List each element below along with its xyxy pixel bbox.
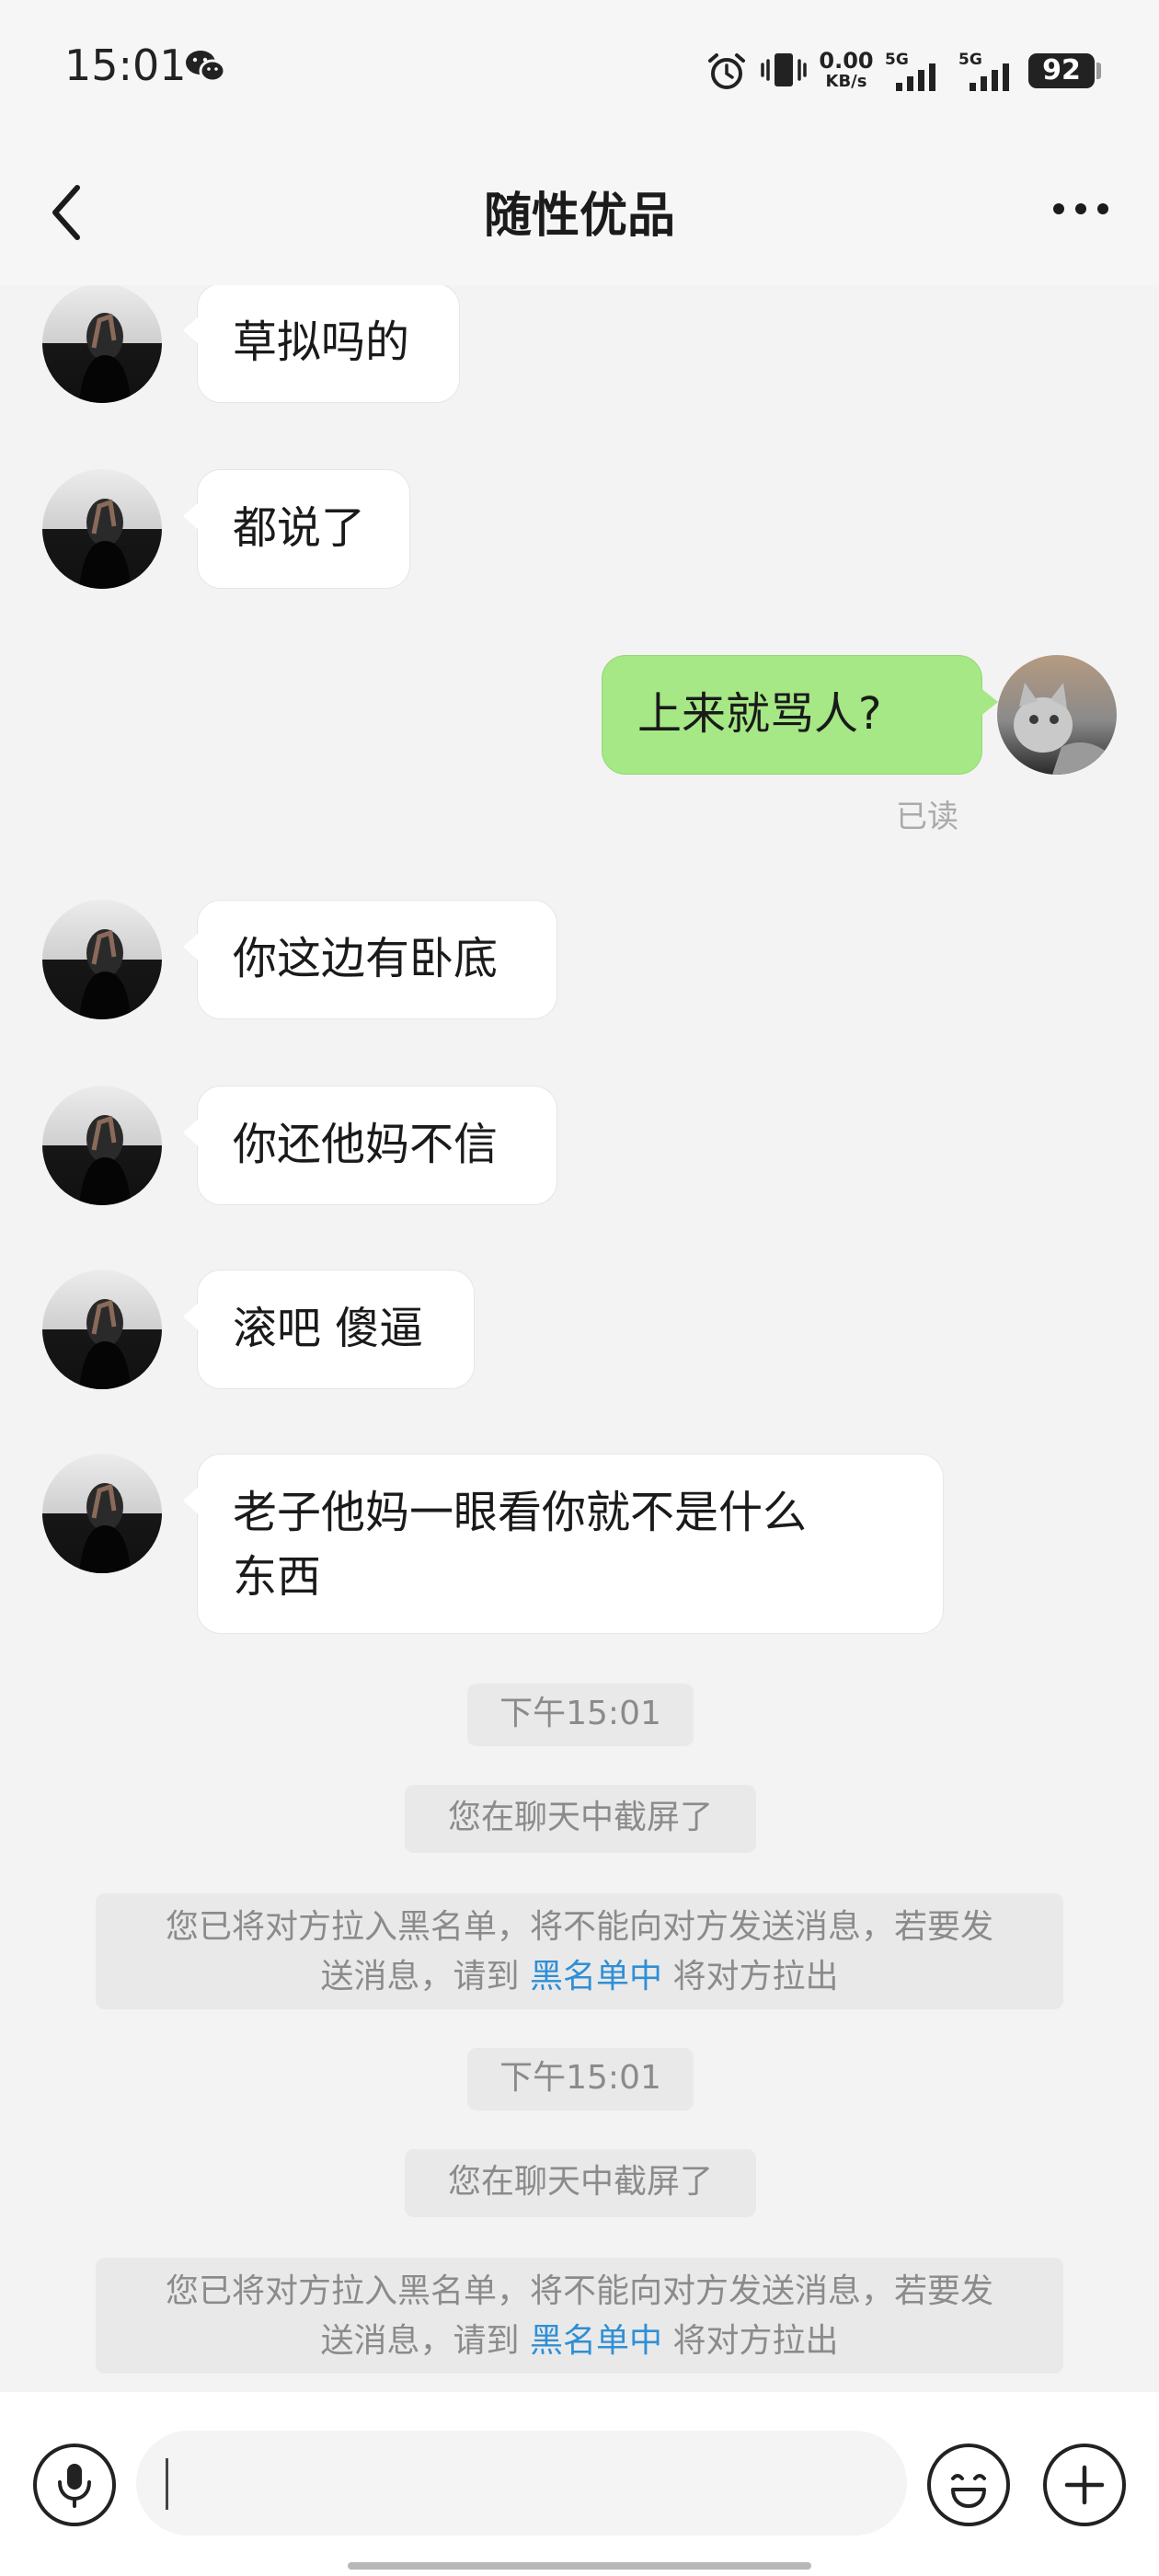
- sim1-label: 5G: [885, 51, 909, 69]
- signal-icon: 5G: [885, 51, 935, 91]
- contact-avatar[interactable]: [42, 469, 162, 589]
- blacklist-notice-suffix: 将对方拉出: [672, 1958, 839, 1995]
- chat-title: 随性优品: [483, 189, 675, 244]
- blacklist-notice-prefix: 送消息，请到: [320, 2322, 520, 2360]
- blacklist-notice: 您已将对方拉入黑名单，将不能向对方发送消息，若要发 送消息，请到 黑名单中 将对…: [96, 1893, 1063, 2009]
- more-actions-button[interactable]: [1043, 2444, 1126, 2526]
- contact-avatar[interactable]: [42, 900, 162, 1019]
- battery-level: 92: [1042, 54, 1081, 86]
- message-bubble-received[interactable]: 草拟吗的: [183, 285, 460, 403]
- chat-header: 随性优品: [0, 138, 1159, 285]
- screenshot-notice: 您在聊天中截屏了: [405, 2149, 756, 2217]
- blacklist-notice-line1: 您已将对方拉入黑名单，将不能向对方发送消息，若要发: [165, 1908, 993, 1946]
- blacklist-notice: 您已将对方拉入黑名单，将不能向对方发送消息，若要发 送消息，请到 黑名单中 将对…: [96, 2258, 1063, 2374]
- blacklist-notice-line2: 送消息，请到 黑名单中 将对方拉出: [118, 1952, 1041, 2002]
- message-bubble-received[interactable]: 你还他妈不信: [183, 1086, 557, 1205]
- message-bubble-received[interactable]: 都说了: [183, 469, 410, 589]
- blacklist-link[interactable]: 黑名单中: [530, 2322, 662, 2360]
- voice-button[interactable]: [33, 2444, 116, 2526]
- contact-avatar[interactable]: [42, 285, 162, 403]
- network-speed-value: 0.00: [819, 48, 874, 74]
- message-bubble-sent[interactable]: 上来就骂人?: [602, 655, 998, 775]
- timestamp-divider: 下午15:01: [467, 2048, 694, 2110]
- network-speed: 0.00 KB/s: [819, 50, 874, 90]
- message-bubble-received[interactable]: 你这边有卧底: [183, 900, 557, 1019]
- plus-icon: [1064, 2465, 1105, 2505]
- my-avatar[interactable]: [997, 655, 1117, 775]
- read-receipt: 已读: [896, 799, 958, 835]
- input-bar: [0, 2392, 1159, 2576]
- home-indicator[interactable]: [348, 2562, 811, 2570]
- signal-icon: 5G: [958, 51, 1009, 91]
- screenshot-notice: 您在聊天中截屏了: [405, 1785, 756, 1853]
- message-bubble-received[interactable]: 老子他妈一眼看你就不是什么 东西: [183, 1454, 944, 1634]
- emoji-button[interactable]: [927, 2444, 1010, 2526]
- blacklist-link[interactable]: 黑名单中: [530, 1958, 662, 1995]
- wechat-icon: [186, 51, 226, 83]
- message-bubble-received[interactable]: 滚吧 傻逼: [183, 1270, 475, 1389]
- battery-tip: [1096, 63, 1101, 79]
- status-time: 15:01: [64, 40, 187, 90]
- blacklist-notice-line2: 送消息，请到 黑名单中 将对方拉出: [118, 2317, 1041, 2366]
- emoji-icon: [951, 2474, 986, 2508]
- message-input[interactable]: [136, 2431, 907, 2536]
- contact-avatar[interactable]: [42, 1086, 162, 1205]
- battery-icon: 92: [1028, 53, 1095, 88]
- timestamp-divider: 下午15:01: [467, 1684, 694, 1746]
- blacklist-notice-prefix: 送消息，请到: [320, 1958, 520, 1995]
- contact-avatar[interactable]: [42, 1270, 162, 1389]
- alarm-icon: [708, 53, 745, 89]
- blacklist-notice-suffix: 将对方拉出: [672, 2322, 839, 2360]
- status-bar: 15:01 0.00 KB/s 5G 5G 92: [0, 0, 1159, 138]
- network-speed-unit: KB/s: [825, 72, 867, 91]
- blacklist-notice-line1: 您已将对方拉入黑名单，将不能向对方发送消息，若要发: [165, 2272, 993, 2310]
- vibrate-icon: [761, 53, 807, 86]
- contact-avatar[interactable]: [42, 1454, 162, 1573]
- microphone-icon: [58, 2464, 91, 2508]
- text-cursor: [166, 2458, 168, 2510]
- sim2-label: 5G: [958, 51, 982, 69]
- more-icon[interactable]: [1049, 195, 1113, 223]
- message-list[interactable]: 草拟吗的 都说了 上来就骂人? 已读 你这边有卧底 你还他妈不信 滚吧 傻逼 老…: [0, 285, 1159, 2392]
